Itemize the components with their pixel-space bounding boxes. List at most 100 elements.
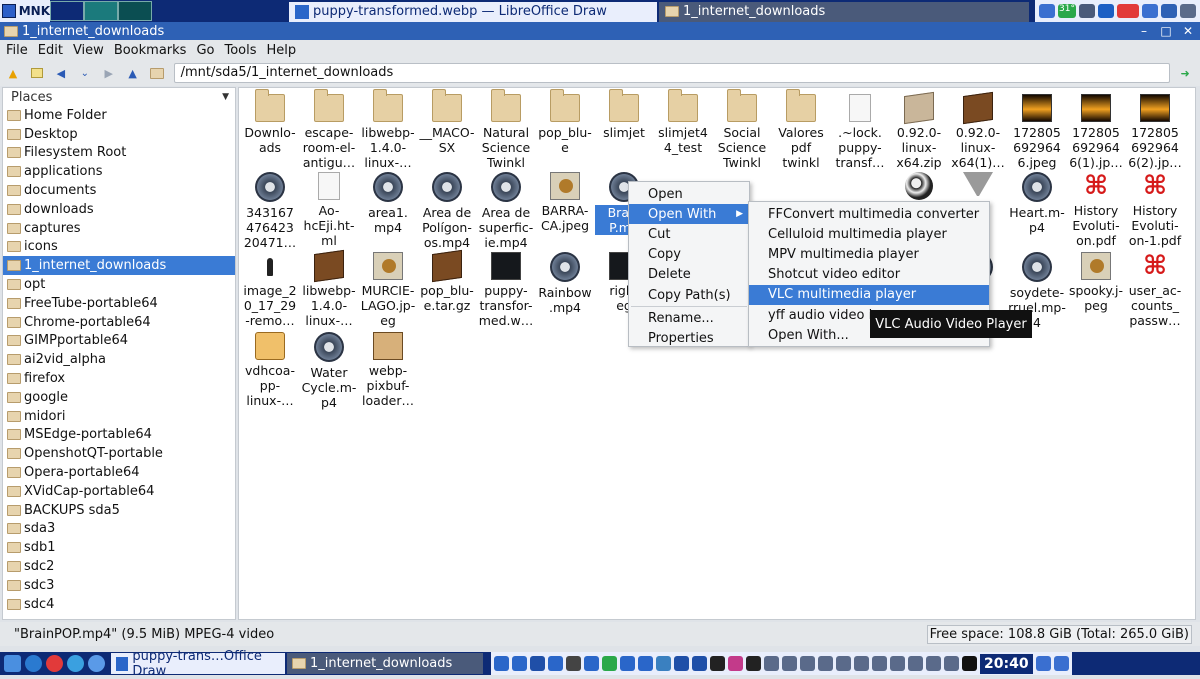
file-item[interactable]: Natural Science Twinkl — [477, 89, 535, 170]
open-with-vlc[interactable]: VLC multimedia player — [749, 284, 989, 305]
file-item[interactable]: webp- pixbuf- loader… — [359, 332, 417, 408]
camera-icon[interactable] — [1142, 4, 1158, 18]
instagram-icon[interactable] — [728, 656, 743, 671]
close-icon[interactable]: ✕ — [1182, 25, 1194, 37]
maximize-icon[interactable]: □ — [1160, 25, 1172, 37]
record-icon[interactable] — [1117, 4, 1139, 18]
file-item[interactable]: 172805 692964 6(1).jp… — [1067, 94, 1125, 170]
sidebar-item[interactable]: sda3 — [3, 520, 235, 539]
app-icon-13[interactable] — [854, 656, 869, 671]
file-item[interactable]: MURCIE- LAGO.jp- eg — [359, 252, 417, 328]
file-item[interactable]: Rainbow .mp4 — [536, 252, 594, 315]
file-item[interactable]: 172805 692964 6(2).jp… — [1126, 94, 1184, 170]
bluetooth-icon[interactable] — [1098, 4, 1114, 18]
sidebar-item[interactable]: GIMPportable64 — [3, 332, 235, 351]
history-dropdown-icon[interactable]: ⌄ — [76, 64, 94, 82]
app-icon-14[interactable] — [872, 656, 887, 671]
file-item[interactable]: slimjet — [595, 89, 653, 140]
app-icon-5[interactable] — [584, 656, 599, 671]
file-item[interactable]: Water Cycle.m- p4 — [300, 332, 358, 410]
file-item[interactable]: Area de superfic- ie.mp4 — [477, 172, 535, 250]
ctx-open-with[interactable]: Open With ▶ — [629, 204, 749, 225]
app-icon-8[interactable] — [656, 656, 671, 671]
app-icon-4[interactable] — [566, 656, 581, 671]
file-item[interactable]: puppy- transfor- med.w… — [477, 252, 535, 328]
whatsapp-icon[interactable] — [602, 656, 617, 671]
app-icon-11[interactable] — [818, 656, 833, 671]
file-item[interactable]: BARRA- CA.jpeg — [536, 172, 594, 233]
menu-go[interactable]: Go — [196, 43, 214, 58]
network-icon[interactable] — [1079, 4, 1095, 18]
ctx-cut[interactable]: Cut — [629, 224, 749, 244]
ctx-open[interactable]: Open — [629, 184, 749, 204]
back-icon[interactable]: ◀ — [52, 64, 70, 82]
settings-icon[interactable] — [1180, 4, 1196, 18]
sidebar-item[interactable]: Filesystem Root — [3, 144, 235, 163]
file-item[interactable]: ⌘ History Evoluti- on.pdf — [1067, 172, 1125, 248]
file-icon-view[interactable]: Downlo- ads escape- room-el- antigu… libwe… — [238, 87, 1196, 620]
sidebar-item[interactable]: Opera-portable64 — [3, 463, 235, 482]
file-item[interactable]: area1. mp4 — [359, 172, 417, 235]
ctx-copy[interactable]: Copy — [629, 245, 749, 265]
tiktok-icon[interactable] — [746, 656, 761, 671]
x-icon[interactable] — [710, 656, 725, 671]
app-icon-2[interactable] — [530, 656, 545, 671]
facebook-icon[interactable] — [692, 656, 707, 671]
browser-icon[interactable] — [25, 655, 42, 672]
sidebar-item[interactable]: icons — [3, 238, 235, 257]
up-icon[interactable]: ▲ — [124, 64, 142, 82]
menu-help[interactable]: Help — [267, 43, 297, 58]
sidebar-item[interactable]: downloads — [3, 200, 235, 219]
sidebar-item[interactable]: google — [3, 388, 235, 407]
open-with-shotcut[interactable]: Shotcut video editor — [749, 265, 989, 285]
screenshot-icon[interactable] — [1161, 4, 1177, 18]
minimize-icon[interactable]: – — [1138, 25, 1150, 37]
taskbar-item-file-manager[interactable]: 1_internet_downloads — [659, 1, 1029, 22]
sidebar-item[interactable]: applications — [3, 162, 235, 181]
sidebar-item[interactable]: firefox — [3, 369, 235, 388]
file-item[interactable]: __MACO- SX — [418, 89, 476, 155]
ctx-rename[interactable]: Rename... — [629, 308, 749, 328]
file-item[interactable]: Ao- hcEji.ht- ml — [300, 172, 358, 248]
menu-tools[interactable]: Tools — [224, 43, 256, 58]
sidebar-item[interactable]: Home Folder — [3, 106, 235, 125]
app-icon-10[interactable] — [800, 656, 815, 671]
sidebar-item[interactable]: BACKUPS sda5 — [3, 501, 235, 520]
ctx-copy-paths[interactable]: Copy Path(s) — [629, 285, 749, 305]
taskbar-item-file-manager-bottom[interactable]: 1_internet_downloads — [287, 653, 483, 674]
menu-view[interactable]: View — [73, 43, 104, 58]
open-with-mpv[interactable]: MPV multimedia player — [749, 244, 989, 264]
file-item[interactable]: Heart.m- p4 — [1008, 172, 1066, 235]
file-item[interactable]: 172805 692964 6.jpeg — [1008, 94, 1066, 170]
sidebar-item[interactable]: documents — [3, 181, 235, 200]
edge-icon[interactable] — [67, 655, 84, 672]
file-item[interactable]: slimjet4 4_test — [654, 89, 712, 155]
sidebar-item[interactable]: sdc2 — [3, 557, 235, 576]
file-item[interactable]: 0.92.0- linux- x64(1)… — [949, 91, 1007, 170]
places-header[interactable]: Places ▼ — [3, 88, 235, 106]
volume-icon[interactable] — [1039, 4, 1055, 18]
warning-icon[interactable]: ▲ — [4, 64, 22, 82]
sidebar-item[interactable]: FreeTube-portable64 — [3, 294, 235, 313]
file-item[interactable]: ⌘ History Evoluti- on-1.pdf — [1126, 172, 1184, 248]
file-item[interactable]: libwebp- 1.4.0- linux-… — [359, 89, 417, 170]
file-item[interactable]: Valores pdf twinkl — [772, 89, 830, 170]
go-icon[interactable]: ➜ — [1176, 64, 1194, 82]
file-item[interactable]: vdhcoa- pp- linux-… — [241, 332, 299, 408]
sidebar-item[interactable]: MSEdge-portable64 — [3, 426, 235, 445]
sidebar-item[interactable]: midori — [3, 407, 235, 426]
file-item[interactable]: ⌘ user_ac- counts_ passw… — [1126, 252, 1184, 328]
workspace-1[interactable] — [50, 1, 84, 21]
sidebar-item[interactable]: sdb1 — [3, 538, 235, 557]
file-item[interactable]: spooky.j- peg — [1067, 252, 1125, 313]
app-icon-18[interactable] — [944, 656, 959, 671]
taskbar-item-libreoffice-draw[interactable]: puppy-transformed.webp — LibreOffice Dra… — [289, 1, 657, 22]
app-icon-7[interactable] — [638, 656, 653, 671]
sidebar-item[interactable]: Chrome-portable64 — [3, 313, 235, 332]
sidebar-item[interactable]: ai2vid_alpha — [3, 350, 235, 369]
workspace-3[interactable] — [118, 1, 152, 21]
file-item[interactable]: libwebp- 1.4.0- linux-… — [300, 249, 358, 328]
open-with-ffconvert[interactable]: FFConvert multimedia converter — [749, 204, 989, 224]
workspace-2[interactable] — [84, 1, 118, 21]
power-icon[interactable] — [1053, 656, 1069, 671]
